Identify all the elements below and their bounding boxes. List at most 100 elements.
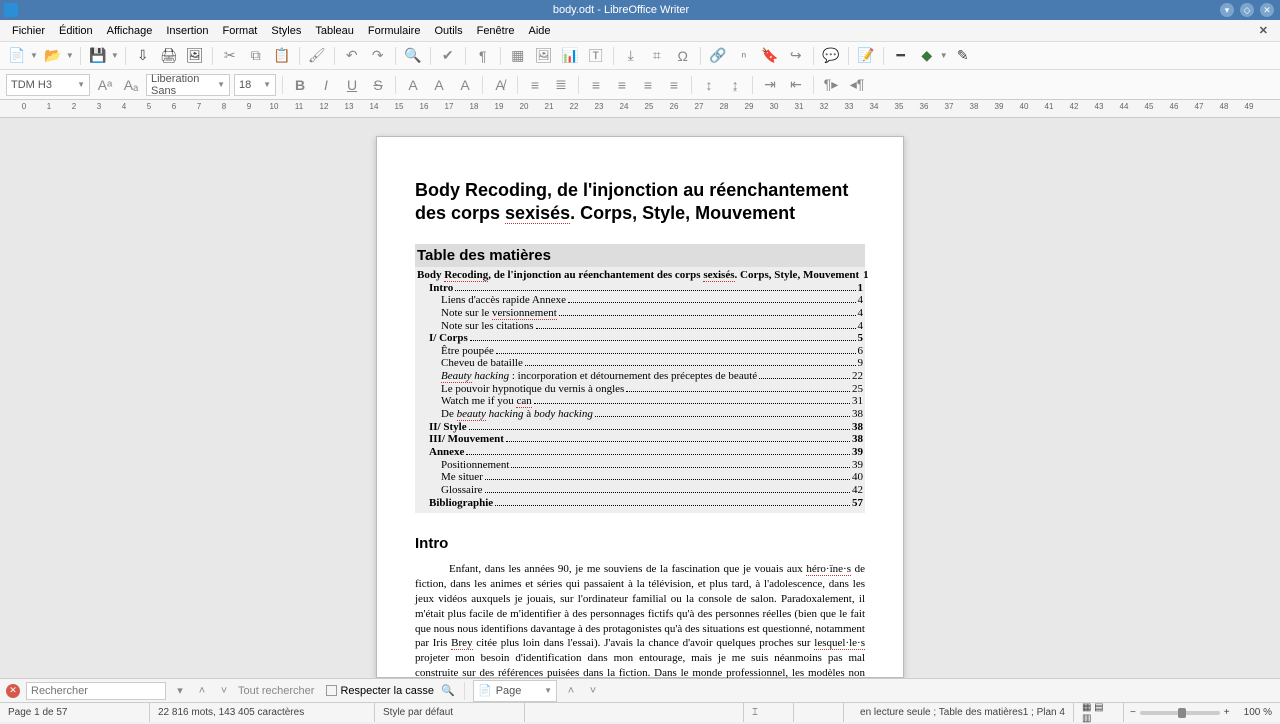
toc-row[interactable]: De beauty hacking à body hacking38 — [417, 408, 863, 421]
close-document-button[interactable]: ✕ — [1253, 22, 1274, 39]
match-case-checkbox[interactable] — [326, 685, 337, 696]
superscript-icon: Aᵃ — [94, 74, 116, 96]
toc-row[interactable]: Note sur le versionnement4 — [417, 307, 863, 320]
insert-textbox-icon: 🅃 — [585, 45, 607, 67]
font-name-combo[interactable]: Liberation Sans▼ — [146, 74, 230, 96]
char-background-icon: A — [454, 74, 476, 96]
print-preview-icon[interactable]: 🖼 — [184, 45, 206, 67]
menu-styles[interactable]: Styles — [265, 23, 307, 39]
print-icon[interactable]: 🖨 — [158, 45, 180, 67]
toc-row[interactable]: I/ Corps5 — [417, 332, 863, 345]
menu-table[interactable]: Tableau — [309, 23, 360, 39]
draw-line-icon[interactable]: ━ — [890, 45, 912, 67]
menu-help[interactable]: Aide — [523, 23, 557, 39]
paragraph-style-combo[interactable]: TDM H3▼ — [6, 74, 90, 96]
menu-tools[interactable]: Outils — [428, 23, 468, 39]
statusbar: Page 1 de 57 22 816 mots, 143 405 caract… — [0, 702, 1280, 722]
horizontal-ruler[interactable]: 0123456789101112131415161718192021222324… — [0, 100, 1280, 118]
status-insert-mode[interactable]: ⌶ — [744, 703, 794, 722]
subscript-icon: Aₐ — [120, 74, 142, 96]
open-icon[interactable]: 📂 — [42, 45, 64, 67]
toc-row[interactable]: Beauty hacking : incorporation et détour… — [417, 370, 863, 383]
track-changes-icon[interactable]: 📝 — [855, 45, 877, 67]
align-left-icon: ≡ — [585, 74, 607, 96]
status-page[interactable]: Page 1 de 57 — [0, 703, 150, 722]
menu-form[interactable]: Formulaire — [362, 23, 427, 39]
toc-row[interactable]: Annexe39 — [417, 446, 863, 459]
export-pdf-icon[interactable]: ⇩ — [132, 45, 154, 67]
status-wordcount[interactable]: 22 816 mots, 143 405 caractères — [150, 703, 375, 722]
menu-insert[interactable]: Insertion — [160, 23, 214, 39]
toc-row[interactable]: Body Recoding, de l'injonction au réench… — [417, 269, 863, 282]
find-icon[interactable]: 🔍 — [402, 45, 424, 67]
draw-shape-icon[interactable]: ◆ — [916, 45, 938, 67]
find-dropdown-icon[interactable]: ▾ — [172, 684, 188, 697]
toc-row[interactable]: Me situer40 — [417, 471, 863, 484]
toc-row[interactable]: II/ Style38 — [417, 421, 863, 434]
decrease-indent-icon: ⇤ — [785, 74, 807, 96]
document-page[interactable]: Body Recoding, de l'injonction au réench… — [376, 136, 904, 678]
cut-icon: ✂ — [219, 45, 241, 67]
number-list-icon: ≣ — [550, 74, 572, 96]
paste-icon: 📋 — [271, 45, 293, 67]
nav-prev-icon[interactable]: ˄ — [563, 685, 579, 697]
status-selection-mode[interactable] — [794, 703, 844, 722]
new-icon[interactable]: 📄 — [6, 45, 28, 67]
find-options-icon[interactable]: 🔍 — [440, 684, 456, 697]
status-view-icons[interactable]: ▦ ▤ ▥ — [1074, 703, 1124, 722]
insert-field-icon: ⌗ — [646, 45, 668, 67]
menu-window[interactable]: Fenêtre — [471, 23, 521, 39]
status-language[interactable] — [525, 703, 744, 722]
toc-row[interactable]: Note sur les citations4 — [417, 320, 863, 333]
toc-row[interactable]: Liens d'accès rapide Annexe4 — [417, 294, 863, 307]
toc-heading: Table des matières — [415, 244, 865, 267]
menubar: Fichier Édition Affichage Insertion Form… — [0, 20, 1280, 42]
save-icon[interactable]: 💾 — [87, 45, 109, 67]
toc-row[interactable]: Positionnement39 — [417, 459, 863, 472]
find-all-label[interactable]: Tout rechercher — [238, 685, 314, 697]
document-workspace: Body Recoding, de l'injonction au réench… — [0, 118, 1280, 678]
toc-row[interactable]: Glossaire42 — [417, 484, 863, 497]
find-input[interactable] — [26, 682, 166, 700]
zoom-control[interactable]: − + — [1124, 707, 1236, 718]
draw-functions-icon[interactable]: ✎ — [952, 45, 974, 67]
status-readonly: en lecture seule ; Table des matières1 ;… — [844, 703, 1074, 722]
toc-row[interactable]: Bibliographie57 — [417, 497, 863, 510]
toc-row[interactable]: Watch me if you can31 — [417, 395, 863, 408]
find-prev-icon[interactable]: ˄ — [194, 685, 210, 697]
toc-row[interactable]: Intro1 — [417, 282, 863, 295]
menu-format[interactable]: Format — [217, 23, 264, 39]
window-maximize-button[interactable]: ◇ — [1240, 3, 1254, 17]
toc-row[interactable]: Être poupée6 — [417, 345, 863, 358]
menu-file[interactable]: Fichier — [6, 23, 51, 39]
zoom-slider[interactable] — [1140, 711, 1220, 715]
intro-paragraph: Enfant, dans les années 90, je me souvie… — [415, 562, 865, 678]
menu-edit[interactable]: Édition — [53, 23, 99, 39]
zoom-out-icon[interactable]: − — [1130, 707, 1136, 718]
insert-special-char-icon: Ω — [672, 45, 694, 67]
status-style[interactable]: Style par défaut — [375, 703, 525, 722]
toc-row[interactable]: III/ Mouvement38 — [417, 433, 863, 446]
zoom-value[interactable]: 100 % — [1236, 703, 1280, 722]
undo-icon: ↶ — [341, 45, 363, 67]
navigate-by-combo[interactable]: 📄Page▼ — [473, 680, 557, 702]
table-of-contents: Table des matières Body Recoding, de l'i… — [415, 244, 865, 513]
align-center-icon: ≡ — [611, 74, 633, 96]
spellcheck-icon: ✔ — [437, 45, 459, 67]
toc-row[interactable]: Cheveu de bataille9 — [417, 357, 863, 370]
main-toolbar: 📄▼ 📂▼ 💾▼ ⇩ 🖨 🖼 ✂ ⧉ 📋 🖌 ↶ ↷ 🔍 ✔ ¶ ▦ 🖼 📊 🅃… — [0, 42, 1280, 70]
zoom-in-icon[interactable]: + — [1224, 707, 1230, 718]
menu-view[interactable]: Affichage — [101, 23, 159, 39]
formatting-toolbar: TDM H3▼ Aᵃ Aₐ Liberation Sans▼ 18▼ B I U… — [0, 70, 1280, 100]
window-close-button[interactable]: ✕ — [1260, 3, 1274, 17]
clone-formatting-icon: 🖌 — [306, 45, 328, 67]
close-findbar-button[interactable]: ✕ — [6, 684, 20, 698]
insert-pagebreak-icon: ⤓ — [620, 45, 642, 67]
document-title: Body Recoding, de l'injonction au réench… — [415, 179, 865, 224]
toc-row[interactable]: Le pouvoir hypnotique du vernis à ongles… — [417, 383, 863, 396]
nav-next-icon[interactable]: ˅ — [585, 685, 601, 697]
window-titlebar: body.odt - LibreOffice Writer ▾ ◇ ✕ — [0, 0, 1280, 20]
window-minimize-button[interactable]: ▾ — [1220, 3, 1234, 17]
find-next-icon[interactable]: ˅ — [216, 685, 232, 697]
font-size-combo[interactable]: 18▼ — [234, 74, 276, 96]
